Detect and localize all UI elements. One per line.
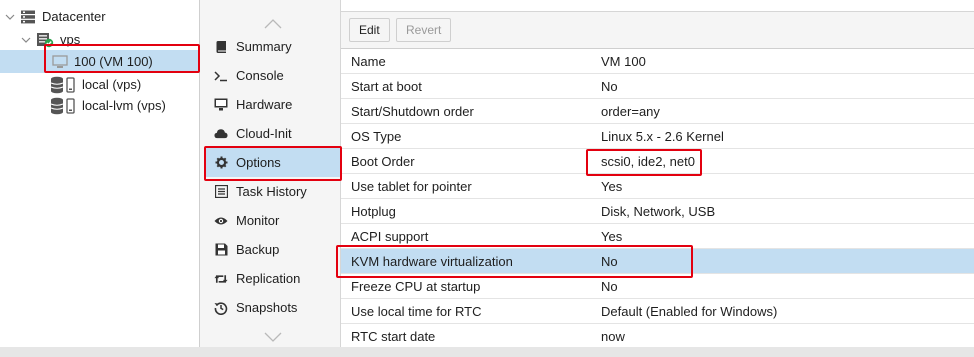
option-key: Freeze CPU at startup — [351, 278, 481, 294]
nav-item-summary[interactable]: Summary — [205, 32, 341, 61]
option-value: Yes — [601, 178, 623, 194]
option-key: OS Type — [351, 128, 402, 144]
tree-label-storage-local: local (vps) — [82, 77, 142, 92]
options-toolbar: Edit Revert — [341, 12, 974, 49]
option-key: ACPI support — [351, 228, 429, 244]
table-row[interactable]: KVM hardware virtualization No — [341, 249, 974, 274]
resource-tree: Datacenter vps 100 (VM 100) local (vps) … — [0, 0, 200, 347]
option-value: Linux 5.x - 2.6 Kernel — [601, 128, 724, 144]
option-key: RTC start date — [351, 328, 436, 344]
option-key: Use local time for RTC — [351, 303, 482, 319]
table-row[interactable]: ACPI support Yes — [341, 224, 974, 249]
nav-label: Summary — [236, 39, 292, 54]
nav-item-console[interactable]: Console — [205, 61, 341, 90]
collapse-icon[interactable] — [20, 34, 32, 46]
gear-icon — [214, 156, 228, 170]
nav-item-backup[interactable]: Backup — [205, 235, 341, 264]
table-row[interactable]: Start/Shutdown order order=any — [341, 99, 974, 124]
table-row[interactable]: Hotplug Disk, Network, USB — [341, 199, 974, 224]
option-value: scsi0, ide2, net0 — [601, 153, 695, 169]
nav-item-task-history[interactable]: Task History — [205, 177, 341, 206]
tree-item-datacenter[interactable]: Datacenter — [0, 5, 200, 28]
option-value: No — [601, 278, 618, 294]
option-value: Yes — [601, 228, 623, 244]
tree-item-vm-100[interactable]: 100 (VM 100) — [0, 50, 200, 73]
table-row[interactable]: Start at boot No — [341, 74, 974, 99]
retweet-icon — [214, 272, 228, 286]
tree-item-node-vps[interactable]: vps — [0, 28, 200, 51]
table-row[interactable]: Freeze CPU at startup No — [341, 274, 974, 299]
status-strip — [0, 347, 974, 357]
terminal-icon — [214, 69, 228, 83]
monitor-icon — [52, 54, 68, 69]
tree-label-datacenter: Datacenter — [42, 9, 106, 24]
tree-label-storage-lvm: local-lvm (vps) — [82, 98, 166, 113]
table-row[interactable]: Name VM 100 — [341, 49, 974, 74]
table-row[interactable]: RTC start date now — [341, 324, 974, 347]
nav-label: Hardware — [236, 97, 293, 112]
option-key: KVM hardware virtualization — [351, 253, 513, 269]
storage-icon — [50, 76, 76, 94]
option-key: Hotplug — [351, 203, 396, 219]
option-value: Disk, Network, USB — [601, 203, 716, 219]
floppy-icon — [214, 243, 228, 257]
option-key: Use tablet for pointer — [351, 178, 472, 194]
nav-label: Backup — [236, 242, 280, 257]
vm-nav-panel: Summary Console Hardware Cloud-Init Opti… — [205, 0, 341, 347]
nav-item-replication[interactable]: Replication — [205, 264, 341, 293]
option-key: Name — [351, 53, 386, 69]
server-online-icon — [36, 32, 54, 48]
list-icon — [214, 185, 228, 199]
nav-label: Console — [236, 68, 284, 83]
option-value: No — [601, 253, 618, 269]
book-icon — [214, 40, 228, 54]
tree-label-vm: 100 (VM 100) — [74, 54, 153, 69]
edit-button[interactable]: Edit — [349, 18, 390, 42]
table-row[interactable]: OS Type Linux 5.x - 2.6 Kernel — [341, 124, 974, 149]
option-key: Boot Order — [351, 153, 415, 169]
options-grid: Name VM 100 Start at boot No Start/Shutd… — [341, 49, 974, 347]
desktop-icon — [214, 98, 228, 112]
nav-item-hardware[interactable]: Hardware — [205, 90, 341, 119]
option-value: order=any — [601, 103, 660, 119]
option-value: VM 100 — [601, 53, 646, 69]
tree-label-node: vps — [60, 32, 81, 47]
cloud-icon — [214, 127, 228, 141]
history-icon — [214, 301, 228, 315]
table-row[interactable]: Use tablet for pointer Yes — [341, 174, 974, 199]
option-value: No — [601, 78, 618, 94]
scroll-down-icon[interactable] — [205, 326, 341, 348]
nav-label: Snapshots — [236, 300, 298, 315]
datacenter-icon — [20, 10, 36, 24]
eye-icon — [214, 214, 228, 228]
nav-item-monitor[interactable]: Monitor — [205, 206, 341, 235]
revert-button[interactable]: Revert — [396, 18, 452, 42]
option-key: Start at boot — [351, 78, 422, 94]
option-value: now — [601, 328, 625, 344]
option-key: Start/Shutdown order — [351, 103, 474, 119]
storage-icon — [50, 97, 76, 115]
nav-item-options[interactable]: Options — [205, 148, 341, 177]
nav-label: Replication — [236, 271, 301, 286]
collapse-icon[interactable] — [4, 11, 16, 23]
nav-label: Task History — [236, 184, 307, 199]
tree-item-storage-lvm[interactable]: local-lvm (vps) — [0, 94, 200, 117]
nav-item-snapshots[interactable]: Snapshots — [205, 293, 341, 322]
option-value: Default (Enabled for Windows) — [601, 303, 778, 319]
nav-item-cloud-init[interactable]: Cloud-Init — [205, 119, 341, 148]
tree-item-storage-local[interactable]: local (vps) — [0, 73, 200, 96]
table-row[interactable]: Boot Order scsi0, ide2, net0 — [341, 149, 974, 174]
table-row[interactable]: Use local time for RTC Default (Enabled … — [341, 299, 974, 324]
nav-label: Cloud-Init — [236, 126, 292, 141]
nav-label: Options — [236, 155, 281, 170]
nav-label: Monitor — [236, 213, 280, 228]
